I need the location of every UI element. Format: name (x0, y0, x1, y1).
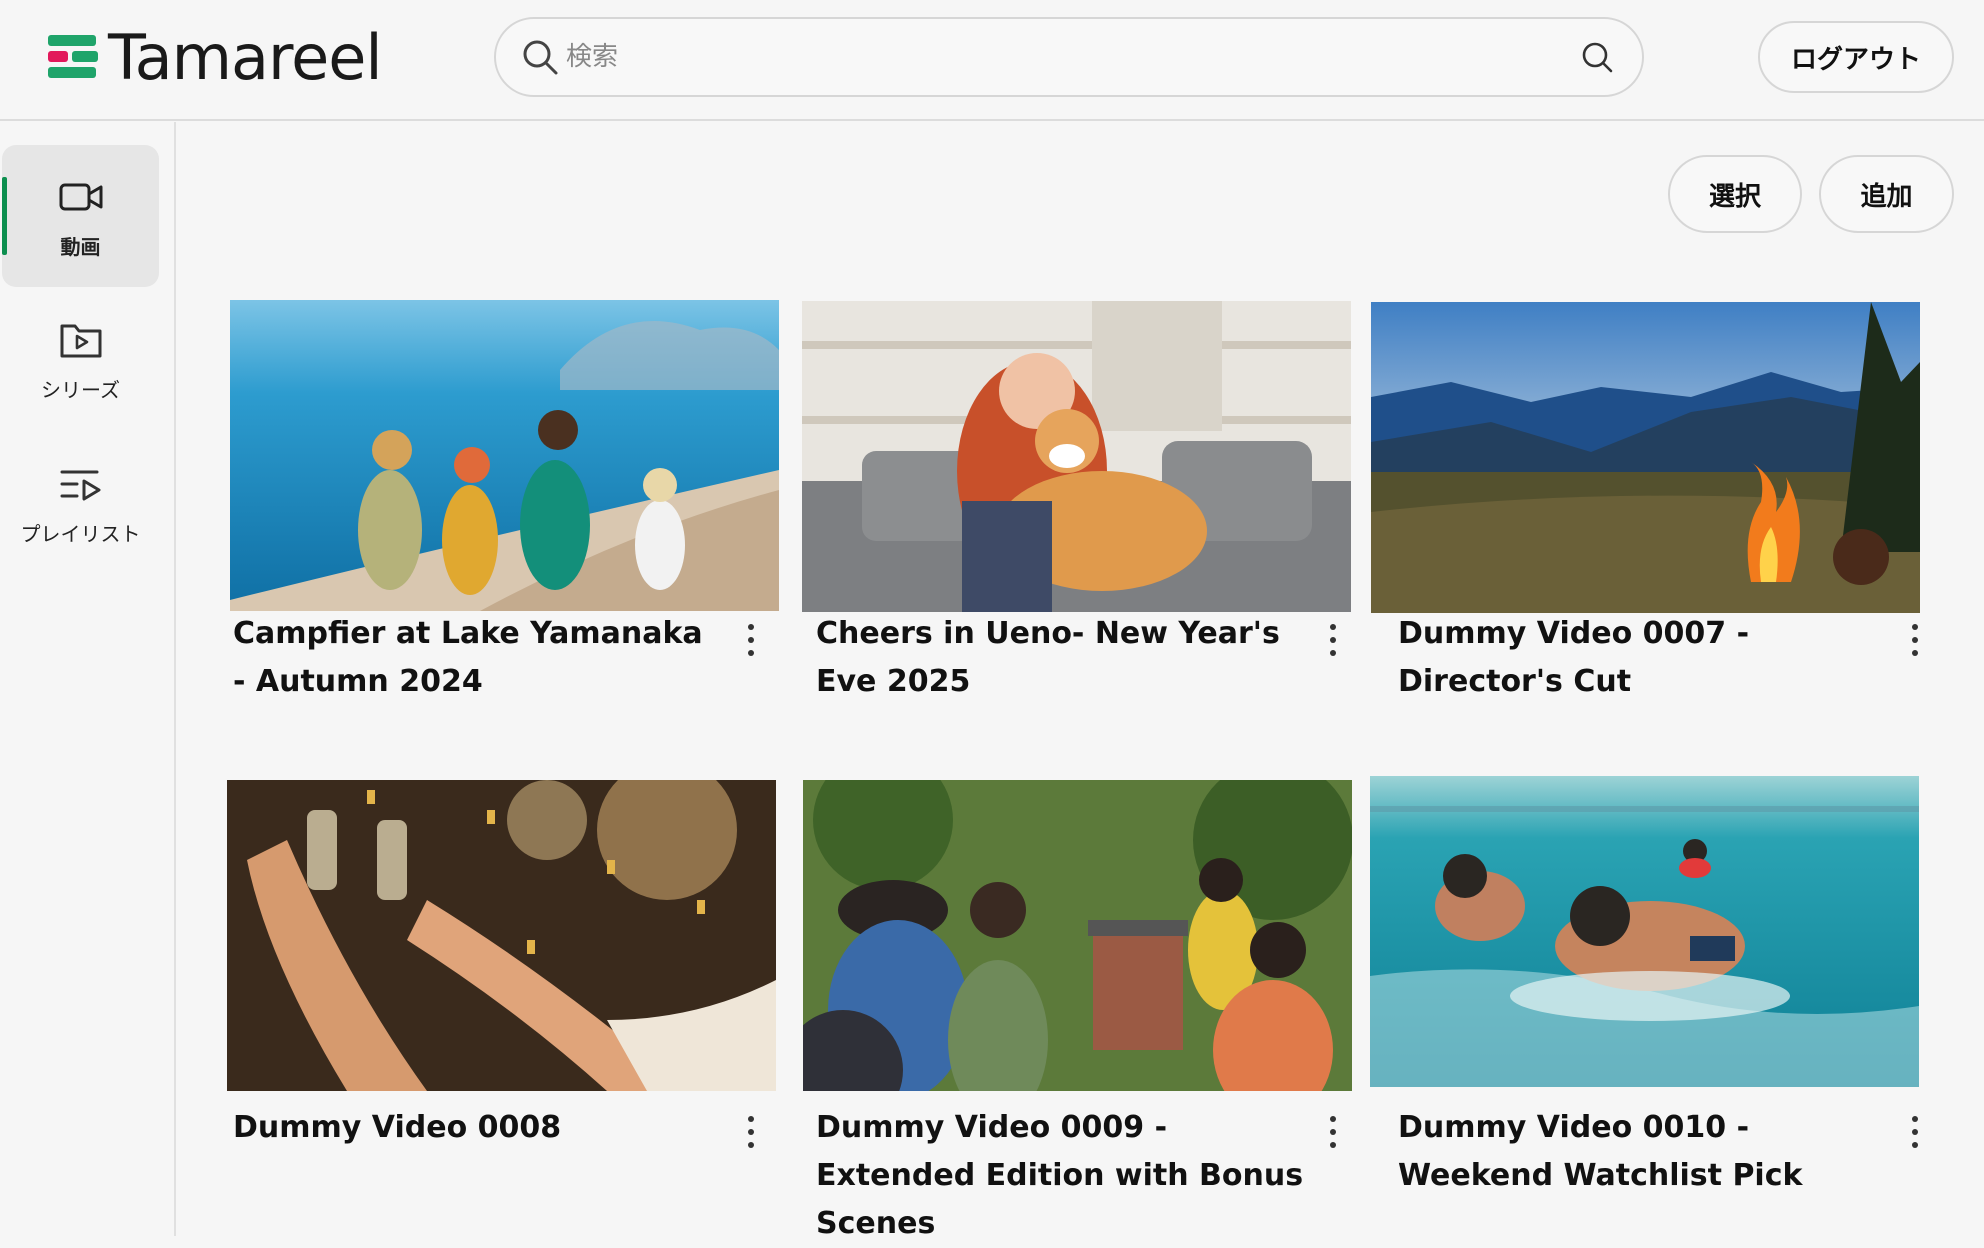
more-options-icon[interactable] (1321, 620, 1345, 660)
add-button[interactable]: 追加 (1819, 155, 1954, 233)
logout-button[interactable]: ログアウト (1758, 21, 1954, 93)
sidebar-item-label: シリーズ (41, 377, 120, 402)
campfire-mountains-image (1371, 302, 1920, 613)
garden-barbecue-image (803, 780, 1352, 1091)
search-icon (523, 40, 558, 75)
app-logo[interactable]: Tamareel (48, 20, 383, 94)
sidebar-item-series[interactable]: シリーズ (2, 288, 159, 430)
more-options-icon[interactable] (1321, 1112, 1345, 1152)
more-options-icon[interactable] (739, 1112, 763, 1152)
family-on-beach-image (230, 300, 779, 611)
sidebar-item-label: プレイリスト (20, 521, 141, 546)
folder-play-icon (60, 324, 101, 357)
playlist-icon (60, 470, 100, 500)
search-submit-icon[interactable] (1580, 40, 1614, 74)
video-thumbnail[interactable] (227, 780, 776, 1091)
sidebar-item-playlists[interactable]: プレイリスト (2, 432, 159, 574)
video-title[interactable]: Dummy Video 0009 - Extended Edition with… (816, 1104, 1306, 1248)
search-input[interactable] (566, 22, 1580, 92)
sidebar-item-label: 動画 (60, 234, 101, 259)
more-options-icon[interactable] (1903, 620, 1927, 660)
champagne-toast-image (227, 780, 776, 1091)
search-bar (494, 17, 1644, 97)
more-options-icon[interactable] (739, 620, 763, 660)
video-thumbnail[interactable] (230, 300, 779, 611)
video-title[interactable]: Cheers in Ueno- New Year's Eve 2025 (816, 610, 1306, 706)
video-thumbnail[interactable] (803, 780, 1352, 1091)
video-thumbnail[interactable] (1370, 776, 1919, 1087)
video-thumbnail[interactable] (1371, 302, 1920, 613)
video-camera-icon (59, 183, 102, 210)
sidebar-item-videos[interactable]: 動画 (2, 145, 159, 287)
sidebar: 動画 シリーズ プレイリスト (0, 122, 176, 1236)
logo-mark-icon (48, 31, 98, 83)
select-button[interactable]: 選択 (1668, 155, 1802, 233)
video-title[interactable]: Dummy Video 0010 - Weekend Watchlist Pic… (1398, 1104, 1888, 1200)
video-title[interactable]: Campfier at Lake Yamanaka - Autumn 2024 (233, 610, 723, 706)
video-title[interactable]: Dummy Video 0008 (233, 1104, 723, 1152)
kids-swimming-sea-image (1370, 776, 1919, 1087)
more-options-icon[interactable] (1903, 1112, 1927, 1152)
app-name: Tamareel (108, 20, 383, 94)
video-thumbnail[interactable] (802, 301, 1351, 612)
app-header: Tamareel ログアウト (0, 0, 1984, 121)
woman-with-shiba-dog-image (802, 301, 1351, 612)
video-title[interactable]: Dummy Video 0007 - Director's Cut (1398, 610, 1888, 706)
